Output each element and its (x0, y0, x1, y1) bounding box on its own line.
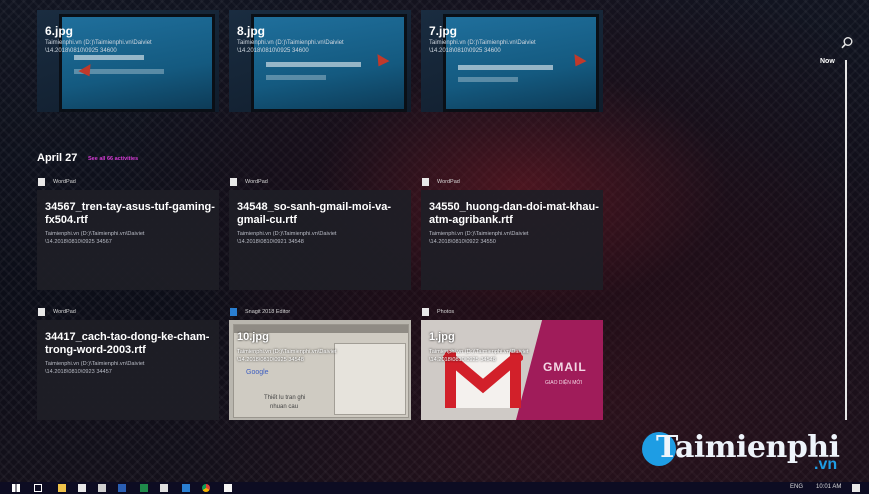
task-view-icon[interactable] (34, 484, 42, 492)
word-icon[interactable] (118, 484, 126, 492)
card-path: Taimienphi.vn (D:)\Taimienphi.vn\Daiviet (429, 349, 529, 355)
app-header-wordpad: WordPad (230, 176, 268, 188)
app-header-photos: Photos (422, 306, 454, 318)
app-header-wordpad: WordPad (38, 176, 76, 188)
card-path: Taimienphi.vn (D:)\Taimienphi.vn\Daiviet (45, 361, 145, 367)
tray-lang[interactable]: ENG (790, 484, 803, 490)
file-explorer-icon[interactable] (58, 484, 66, 492)
card-path-2: \14.2018\0810\0925 34600 (237, 48, 309, 54)
activity-card-7jpg[interactable]: 7.jpg Taimienphi.vn (D:)\Taimienphi.vn\D… (421, 10, 603, 112)
app-icon[interactable] (160, 484, 168, 492)
tray-clock[interactable]: 10:01 AM (816, 484, 841, 490)
see-all-link[interactable]: See all 66 activities (88, 156, 138, 162)
section-date: April 27 (37, 152, 78, 164)
photos-icon[interactable] (224, 484, 232, 492)
wordpad-icon (422, 178, 429, 186)
timeline-marker-now[interactable]: Now (820, 58, 835, 65)
wordpad-icon (38, 178, 45, 186)
activity-card-34550[interactable]: 34550_huong-dan-doi-mat-khau-atm-agriban… (421, 190, 603, 290)
app-label: WordPad (245, 179, 268, 185)
thumbnail-screen (59, 14, 215, 112)
activity-card-8jpg[interactable]: 8.jpg Taimienphi.vn (D:)\Taimienphi.vn\D… (229, 10, 411, 112)
activity-card-6jpg[interactable]: 6.jpg Taimienphi.vn (D:)\Taimienphi.vn\D… (37, 10, 219, 112)
app-header-snagit: Snagit 2018 Editor (230, 306, 290, 318)
card-path: Taimienphi.vn (D:)\Taimienphi.vn\Daiviet (45, 40, 152, 46)
card-title: 34417_cach-tao-dong-ke-cham-trong-word-2… (45, 331, 210, 356)
card-path: Taimienphi.vn (D:)\Taimienphi.vn\Daiviet (237, 231, 337, 237)
card-path-2: \14.2018\0810\0922 34550 (429, 239, 496, 245)
snagit-icon (230, 308, 237, 316)
thumbnail-text-2: nhuan cau (270, 404, 299, 410)
notification-icon[interactable] (852, 484, 860, 492)
card-path-2: \14.2018\0810\0923 34457 (45, 369, 112, 375)
card-path: Taimienphi.vn (D:)\Taimienphi.vn\Daiviet (237, 349, 337, 355)
store-icon[interactable] (98, 484, 106, 492)
watermark-tld: .vn (814, 456, 838, 473)
timeline-scrollbar[interactable] (845, 60, 847, 420)
taskbar: ENG 10:01 AM (0, 482, 869, 494)
card-title: 6.jpg (45, 24, 74, 38)
wordpad-icon (38, 308, 45, 316)
gmail-brand-text: GMAIL (543, 360, 587, 374)
windows-start-icon[interactable] (12, 484, 20, 492)
app-label: Photos (437, 309, 455, 315)
card-title: 34567_tren-tay-asus-tuf-gaming-fx504.rtf (45, 201, 215, 226)
card-title: 8.jpg (237, 24, 266, 38)
card-title: 7.jpg (429, 24, 458, 38)
wordpad-icon (230, 178, 237, 186)
card-title: 1.jpg (429, 331, 455, 343)
card-path-2: \14.2018\0810\0925 34548 (429, 357, 496, 363)
activity-card-34567[interactable]: 34567_tren-tay-asus-tuf-gaming-fx504.rtf… (37, 190, 219, 290)
thumbnail-brand: Google (246, 369, 269, 376)
activity-card-34417[interactable]: 34417_cach-tao-dong-ke-cham-trong-word-2… (37, 320, 219, 420)
activity-card-1jpg[interactable]: GMAIL GIAO DIỆN MỚI 1.jpg Taimienphi.vn … (421, 320, 603, 420)
card-path: Taimienphi.vn (D:)\Taimienphi.vn\Daiviet (237, 40, 344, 46)
activity-card-34548[interactable]: 34548_so-sanh-gmail-moi-va-gmail-cu.rtf … (229, 190, 411, 290)
mail-icon[interactable] (78, 484, 86, 492)
photos-icon (422, 308, 429, 316)
app-label: Snagit 2018 Editor (245, 309, 291, 315)
app-label: WordPad (53, 179, 76, 185)
app-header-wordpad: WordPad (38, 306, 76, 318)
card-path: Taimienphi.vn (D:)\Taimienphi.vn\Daiviet (429, 231, 529, 237)
app-header-wordpad: WordPad (422, 176, 460, 188)
thumbnail-screen (251, 14, 407, 112)
app-label: WordPad (53, 309, 76, 315)
card-path: Taimienphi.vn (D:)\Taimienphi.vn\Daiviet (429, 40, 536, 46)
snagit-icon[interactable] (182, 484, 190, 492)
card-path-2: \14.2018\0810\0921 34548 (237, 239, 304, 245)
chrome-icon[interactable] (202, 484, 210, 492)
app-label: WordPad (437, 179, 460, 185)
thumbnail-text: Thiết lu tran ghi (264, 395, 306, 401)
activity-card-10jpg[interactable]: Google Thiết lu tran ghi nhuan cau 10.jp… (229, 320, 411, 420)
card-path-2: \14.2018\0810\0925 34600 (45, 48, 117, 54)
card-title: 34548_so-sanh-gmail-moi-va-gmail-cu.rtf (237, 201, 392, 226)
watermark-logo: Taimienphi .vn (642, 426, 856, 478)
card-path-2: \14.2018\0810\0925 34548 (237, 357, 304, 363)
excel-icon[interactable] (140, 484, 148, 492)
card-path-2: \14.2018\0810\0925 34600 (429, 48, 501, 54)
card-title: 10.jpg (237, 331, 269, 343)
card-path: Taimienphi.vn (D:)\Taimienphi.vn\Daiviet (45, 231, 145, 237)
watermark-brand: Taimienphi (656, 430, 840, 465)
card-path-2: \14.2018\0810\0925 34567 (45, 239, 112, 245)
thumbnail-screen (443, 14, 599, 112)
gmail-sub-text: GIAO DIỆN MỚI (545, 380, 583, 386)
search-icon[interactable] (840, 36, 854, 50)
card-title: 34550_huong-dan-doi-mat-khau-atm-agriban… (429, 201, 599, 226)
